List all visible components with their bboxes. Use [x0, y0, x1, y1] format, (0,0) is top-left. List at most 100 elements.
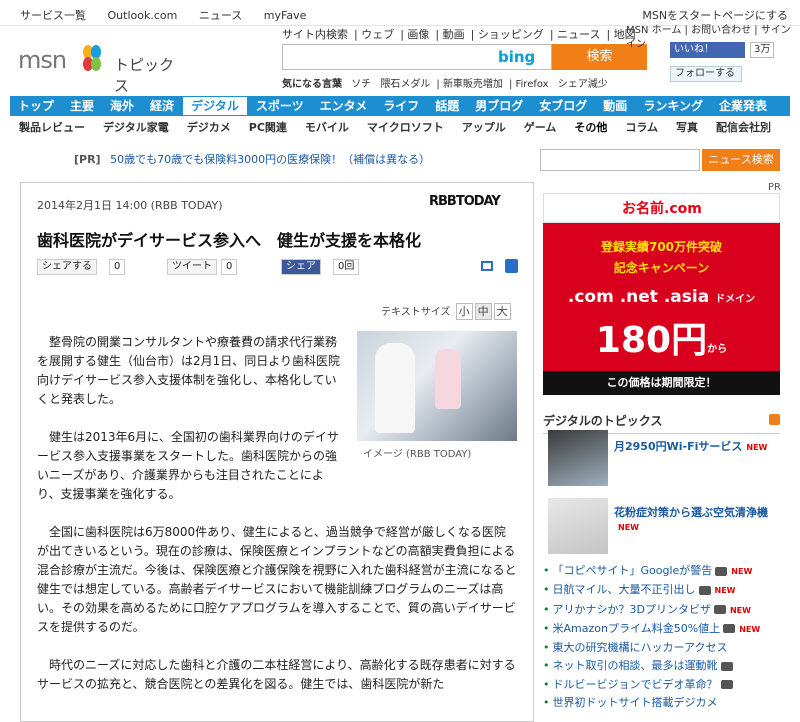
nav-digital[interactable]: デジタル	[182, 96, 248, 116]
nav-video[interactable]: 動画	[595, 96, 635, 116]
tweet-count: 0	[221, 259, 238, 275]
trending-item[interactable]: Firefox	[516, 79, 549, 90]
text-size-small[interactable]: 小	[455, 303, 473, 320]
list-item[interactable]: • 東大の研究機構にハッカーアクセス	[543, 639, 780, 657]
list-item[interactable]: • 「コピペサイト」Googleが警告 NEW	[543, 562, 780, 581]
msn-share-button[interactable]: シェアする	[37, 259, 97, 275]
source-text: RBBTODAY	[429, 194, 501, 209]
scope-image[interactable]: 画像	[407, 28, 429, 41]
paragraph-3: 全国に歯科医院は6万8000件あり、健生によると、過当競争で経営が厳しくなる医院…	[37, 525, 517, 634]
subnav-mobile[interactable]: モバイル	[296, 119, 358, 137]
featured-image-phone[interactable]	[548, 430, 608, 486]
ad-price-text: 180円	[595, 320, 708, 361]
print-icon[interactable]	[505, 259, 518, 273]
onamae-ad[interactable]: お名前.com 登録実績700万件突破 記念キャンペーン .com .net .…	[543, 193, 780, 395]
paragraph-1: 整骨院の開業コンサルタントや療養費の請求代行業務を展開する健生（仙台市）は2月1…	[37, 335, 341, 406]
topbar-link-outlook[interactable]: Outlook.com	[108, 9, 178, 22]
subnav-game[interactable]: ゲーム	[515, 119, 566, 137]
msn-home-link[interactable]: MSN ホーム	[626, 25, 681, 36]
msn-logo[interactable]: msn トピックス	[18, 44, 188, 95]
list-item[interactable]: • ネット取引の相談、最多は運動靴	[543, 657, 780, 675]
trending-item[interactable]: 隈石メダル	[380, 79, 430, 90]
featured-link-purifier[interactable]: 花粉症対策から選ぶ空気清浄機 NEW	[614, 504, 768, 533]
mail-icon[interactable]	[481, 261, 493, 271]
twitter-follow-button[interactable]: フォローする	[670, 66, 742, 82]
nav-ranking[interactable]: ランキング	[635, 96, 711, 116]
fb-share-label: シェア	[286, 261, 316, 272]
subnav-microsoft[interactable]: マイクロソフト	[358, 119, 453, 137]
nav-main[interactable]: 主要	[62, 96, 102, 116]
share-bar: シェアする 0 ツイート 0 シェア 0回	[37, 259, 527, 277]
pr-link[interactable]: 50歳でも70歳でも保険料3000円の医療保険！（補償は異なる）	[110, 153, 430, 166]
subnav-photo[interactable]: 写真	[667, 119, 707, 137]
rbb-today-logo: RBBTODAY	[429, 194, 501, 209]
trending-item[interactable]: シェア減少	[558, 79, 608, 90]
nav-entame[interactable]: エンタメ	[312, 96, 376, 116]
search-scope-links: サイト内検索 | ウェブ | 画像 | 動画 | ショッピング | ニュース | 地図	[282, 28, 636, 41]
scope-shopping[interactable]: ショッピング	[478, 28, 544, 41]
text-size-large[interactable]: 大	[493, 303, 511, 320]
ad-line-1: 登録実績700万件突破	[600, 240, 723, 254]
subnav-appliance[interactable]: デジタル家電	[94, 119, 178, 137]
featured-image-purifier[interactable]	[548, 498, 608, 554]
list-item-text: アリかナシか？3Dプリンタビザ	[552, 602, 711, 616]
contact-link[interactable]: お問い合わせ	[691, 25, 751, 36]
article: 2014年2月1日 14:00 (RBB TODAY) RBBTODAY 歯科医…	[20, 182, 534, 722]
logo-subtitle: トピックス	[114, 56, 175, 95]
list-item[interactable]: • 世界初ドットサイト搭載デジカメ	[543, 694, 780, 712]
subnav-column[interactable]: コラム	[616, 119, 667, 137]
subnav-other[interactable]: その他	[565, 119, 616, 137]
scope-news[interactable]: ニュース	[557, 28, 600, 41]
tweet-button[interactable]: ツイート	[167, 259, 217, 275]
nav-topic[interactable]: 話題	[427, 96, 467, 116]
nav-women-blog[interactable]: 女ブログ	[531, 96, 595, 116]
list-item[interactable]: • アリかナシか？3Dプリンタビザ NEW	[543, 601, 780, 620]
tweet-label: ツイート	[172, 261, 212, 272]
ad-domains-suffix: ドメイン	[715, 294, 756, 305]
nav-sports[interactable]: スポーツ	[248, 96, 312, 116]
list-item[interactable]: • 日航マイル、大量不正引出し NEW	[543, 581, 780, 600]
nav-economy[interactable]: 経済	[142, 96, 182, 116]
subnav-by-source[interactable]: 配信会社別	[707, 119, 780, 137]
facebook-like-count: 3万	[750, 42, 775, 58]
top-bar: サービス一覧 Outlook.com ニュース myFave MSNをスタートペ…	[0, 0, 800, 26]
text-size-medium[interactable]: 中	[474, 303, 492, 320]
nav-world[interactable]: 海外	[102, 96, 142, 116]
ad-pr-label: PR	[768, 182, 781, 193]
subnav-camera[interactable]: デジカメ	[178, 119, 240, 137]
pr-banner: [PR] 50歳でも70歳でも保険料3000円の医療保険！（補償は異なる）	[74, 151, 430, 167]
facebook-like-button[interactable]: いいね！	[670, 42, 745, 58]
topbar-link-services[interactable]: サービス一覧	[20, 9, 86, 22]
news-search-button[interactable]: ニュース検索	[702, 149, 780, 171]
camera-icon	[715, 566, 728, 576]
ad-price: 180円から	[543, 311, 780, 363]
trending-item[interactable]: ソチ	[351, 79, 371, 90]
list-item-text: 東大の研究機構にハッカーアクセス	[552, 641, 728, 655]
nav-corporate[interactable]: 企業発表	[711, 96, 775, 116]
camera-icon	[720, 680, 733, 690]
trending-item[interactable]: 新車販売増加	[443, 79, 503, 90]
camera-icon	[723, 624, 736, 634]
scope-web[interactable]: ウェブ	[361, 28, 394, 41]
subnav-review[interactable]: 製品レビュー	[10, 119, 94, 137]
digital-topics-title: デジタルのトピックス	[543, 414, 663, 428]
scope-video[interactable]: 動画	[443, 28, 465, 41]
ad-brand: お名前.com	[622, 201, 702, 217]
nav-men-blog[interactable]: 男ブログ	[467, 96, 531, 116]
topbar-link-news[interactable]: ニュース	[199, 9, 242, 22]
paragraph-4: 時代のニーズに対応した歯科と介護の二本柱経営により、高齢化する既存患者に対するサ…	[37, 658, 516, 691]
news-search-input[interactable]	[540, 149, 700, 171]
set-startpage-link[interactable]: MSNをスタートページにする	[642, 7, 788, 23]
subnav-apple[interactable]: アップル	[453, 119, 515, 137]
list-item[interactable]: • 米Amazonプライム料金50%値上 NEW	[543, 620, 780, 639]
nav-top[interactable]: トップ	[10, 96, 62, 116]
featured-link-wifi[interactable]: 月2950円Wi-Fiサービス NEW	[614, 438, 767, 454]
scope-site[interactable]: サイト内検索	[282, 28, 348, 41]
list-item[interactable]: • ドルビービジョンでビデオ革命？	[543, 676, 780, 694]
rss-icon[interactable]	[769, 414, 780, 425]
topbar-link-myfave[interactable]: myFave	[264, 9, 307, 22]
nav-life[interactable]: ライフ	[375, 96, 427, 116]
list-item-text: 米Amazonプライム料金50%値上	[552, 621, 721, 635]
subnav-pc[interactable]: PC関連	[240, 119, 296, 137]
fb-share-button[interactable]: シェア	[281, 259, 321, 275]
